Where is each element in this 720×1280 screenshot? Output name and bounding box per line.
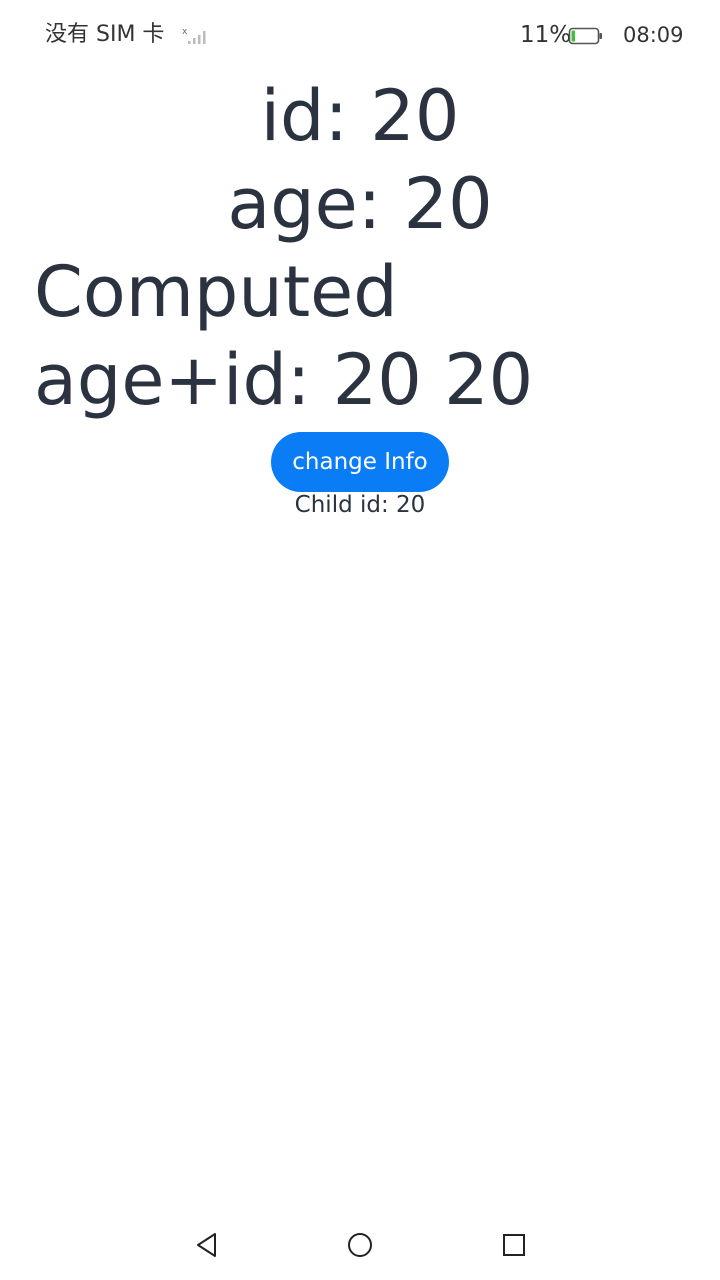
status-bar: 没有 SIM 卡 x 11% 08:09 [0, 0, 720, 72]
age-text: age: 20 [227, 163, 493, 245]
child-id-text: Child id: 20 [294, 492, 426, 518]
back-icon[interactable] [192, 1230, 222, 1260]
computed-text: Computed age+id: 20 20 [34, 251, 534, 421]
battery-percent: 11% [520, 22, 572, 48]
recents-icon[interactable] [499, 1230, 529, 1260]
home-icon[interactable] [345, 1230, 375, 1260]
svg-text:x: x [182, 27, 188, 37]
id-text: id: 20 [260, 75, 460, 157]
navigation-bar [0, 1210, 720, 1280]
main-content: id: 20 age: 20 Computed age+id: 20 20 ch… [0, 72, 720, 520]
change-info-button[interactable]: change Info [271, 432, 449, 492]
battery-icon [568, 26, 604, 46]
carrier-label: 没有 SIM 卡 [45, 22, 165, 47]
clock: 08:09 [623, 23, 684, 47]
signal-icon: x [182, 26, 210, 46]
